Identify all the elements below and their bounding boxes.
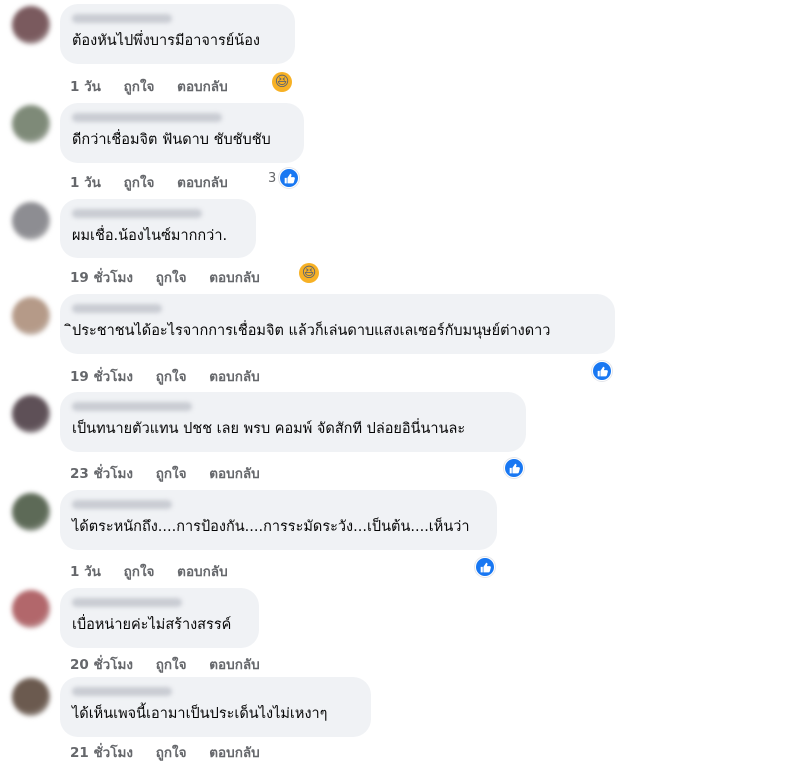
- comment-text: ิประชาชนได้อะไรจากการเชื่อมจิต แล้วก็เล่…: [72, 323, 551, 339]
- comment-actions: 1 วัน ถูกใจ ตอบกลับ: [70, 171, 246, 193]
- reaction-summary[interactable]: [475, 557, 495, 577]
- comment-timestamp[interactable]: 1 วัน: [70, 564, 101, 580]
- comment-bubble: ผมเชื่อ.น้องไนซ์มากกว่า.: [60, 199, 256, 258]
- author-name-redacted[interactable]: [72, 598, 182, 607]
- comment-timestamp[interactable]: 23 ชั่วโมง: [70, 466, 133, 482]
- reaction-count: 3: [268, 170, 277, 186]
- reaction-summary[interactable]: 😆: [272, 72, 292, 92]
- reaction-summary[interactable]: 3: [268, 168, 300, 188]
- comment-bubble: ิประชาชนได้อะไรจากการเชื่อมจิต แล้วก็เล่…: [60, 294, 615, 354]
- avatar[interactable]: [12, 493, 50, 531]
- avatar[interactable]: [12, 105, 50, 143]
- comment-text: ได้เห็นเพจนี้เอามาเป็นประเด็นไงไม่เหงาๆ: [72, 706, 328, 722]
- avatar[interactable]: [12, 678, 50, 716]
- comment-timestamp[interactable]: 20 ชั่วโมง: [70, 657, 133, 673]
- reaction-summary[interactable]: 😆: [299, 263, 319, 283]
- comment-bubble: ได้เห็นเพจนี้เอามาเป็นประเด็นไงไม่เหงาๆ: [60, 677, 371, 737]
- comment-text: เบื่อหน่ายค่ะไม่สร้างสรรค์: [72, 617, 232, 633]
- comment-bubble: ได้ตระหนักถึง....การป้องกัน....การระมัดร…: [60, 490, 497, 550]
- comment-text: ได้ตระหนักถึง....การป้องกัน....การระมัดร…: [72, 519, 470, 535]
- comment-actions: 1 วัน ถูกใจ ตอบกลับ: [70, 75, 246, 97]
- reaction-summary[interactable]: [592, 361, 612, 381]
- haha-icon: 😆: [272, 72, 292, 92]
- author-name-redacted[interactable]: [72, 500, 172, 509]
- comment-actions: 19 ชั่วโมง ถูกใจ ตอบกลับ: [70, 365, 278, 387]
- comment-timestamp[interactable]: 1 วัน: [70, 175, 101, 191]
- thumbs-up-icon: [475, 557, 495, 577]
- author-name-redacted[interactable]: [72, 209, 202, 218]
- like-button[interactable]: ถูกใจ: [156, 657, 187, 673]
- reply-button[interactable]: ตอบกลับ: [177, 564, 227, 580]
- comment-timestamp[interactable]: 19 ชั่วโมง: [70, 270, 133, 286]
- comment-actions: 23 ชั่วโมง ถูกใจ ตอบกลับ: [70, 462, 278, 484]
- comment-actions: 21 ชั่วโมง ถูกใจ ตอบกลับ: [70, 741, 278, 763]
- comment-actions: 20 ชั่วโมง ถูกใจ ตอบกลับ: [70, 653, 278, 675]
- comment-actions: 19 ชั่วโมง ถูกใจ ตอบกลับ: [70, 266, 278, 288]
- like-button[interactable]: ถูกใจ: [124, 175, 155, 191]
- thumbs-up-icon: [504, 458, 524, 478]
- comment-bubble: เป็นทนายตัวแทน ปชช เลย พรบ คอมพ์ จัดสักท…: [60, 392, 526, 452]
- comment-timestamp[interactable]: 1 วัน: [70, 79, 101, 95]
- thumbs-up-icon: [592, 361, 612, 381]
- reply-button[interactable]: ตอบกลับ: [209, 466, 259, 482]
- comment-text: ดีกว่าเชื่อมจิต ฟันดาบ ชับชับชับ: [72, 132, 271, 148]
- avatar[interactable]: [12, 202, 50, 240]
- avatar[interactable]: [12, 590, 50, 628]
- author-name-redacted[interactable]: [72, 402, 192, 411]
- comment-bubble: ต้องหันไปพึ่งบารมีอาจารย์น้อง: [60, 4, 295, 64]
- reply-button[interactable]: ตอบกลับ: [209, 369, 259, 385]
- avatar[interactable]: [12, 6, 50, 44]
- comment-timestamp[interactable]: 19 ชั่วโมง: [70, 369, 133, 385]
- like-button[interactable]: ถูกใจ: [156, 466, 187, 482]
- author-name-redacted[interactable]: [72, 113, 222, 122]
- like-button[interactable]: ถูกใจ: [156, 369, 187, 385]
- author-name-redacted[interactable]: [72, 304, 162, 313]
- comment-actions: 1 วัน ถูกใจ ตอบกลับ: [70, 560, 246, 582]
- like-button[interactable]: ถูกใจ: [124, 79, 155, 95]
- reply-button[interactable]: ตอบกลับ: [209, 657, 259, 673]
- comment-text: ต้องหันไปพึ่งบารมีอาจารย์น้อง: [72, 33, 260, 49]
- avatar[interactable]: [12, 395, 50, 433]
- avatar[interactable]: [12, 297, 50, 335]
- author-name-redacted[interactable]: [72, 14, 172, 23]
- reply-button[interactable]: ตอบกลับ: [177, 79, 227, 95]
- reaction-summary[interactable]: [504, 458, 524, 478]
- comment-bubble: ดีกว่าเชื่อมจิต ฟันดาบ ชับชับชับ: [60, 103, 304, 163]
- author-name-redacted[interactable]: [72, 687, 172, 696]
- like-button[interactable]: ถูกใจ: [156, 270, 187, 286]
- reply-button[interactable]: ตอบกลับ: [177, 175, 227, 191]
- comment-text: เป็นทนายตัวแทน ปชช เลย พรบ คอมพ์ จัดสักท…: [72, 421, 466, 437]
- comment-bubble: เบื่อหน่ายค่ะไม่สร้างสรรค์: [60, 588, 259, 648]
- comment-text: ผมเชื่อ.น้องไนซ์มากกว่า.: [72, 228, 228, 244]
- haha-icon: 😆: [299, 263, 319, 283]
- reply-button[interactable]: ตอบกลับ: [209, 270, 259, 286]
- thumbs-up-icon: [279, 168, 300, 188]
- like-button[interactable]: ถูกใจ: [124, 564, 155, 580]
